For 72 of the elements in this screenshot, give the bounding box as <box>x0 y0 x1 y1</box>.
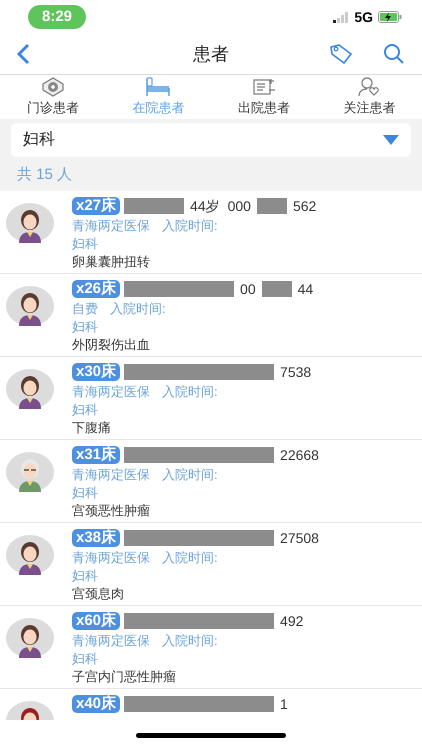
patient-row[interactable]: x26床 00 44 自费 入院时间: 妇科 外阴裂伤出血 <box>0 274 422 357</box>
insurance-type: 自费 <box>72 300 98 317</box>
patient-info: 7538 <box>279 362 312 382</box>
department-label: 妇科 <box>72 318 99 335</box>
redaction-bar <box>262 281 292 297</box>
bed-tag: x27床 <box>72 197 120 215</box>
bed-tag: x26床 <box>72 280 120 298</box>
patient-row[interactable]: x60床 492 青海两定医保 入院时间: 妇科 子宫内门恶性肿瘤 <box>0 606 422 689</box>
insurance-type: 青海两定医保 <box>72 217 150 234</box>
patient-info: 492 <box>279 612 304 630</box>
admission-time-label: 入院时间: <box>162 383 218 400</box>
diagnosis: 宫颈息肉 <box>72 585 125 602</box>
avatar-icon <box>6 452 54 492</box>
department-label: 妇科 <box>72 650 99 667</box>
dropdown-caret-icon <box>383 135 399 145</box>
patient-info: 22668 <box>279 446 320 464</box>
signal-icon <box>333 12 350 22</box>
bed-tag: x38床 <box>72 529 120 547</box>
battery-charging-icon <box>378 11 402 23</box>
tab[interactable]: 出院患者 <box>211 75 316 119</box>
patient-row[interactable]: x30床 7538 青海两定医保 入院时间: 妇科 下腹痛 <box>0 357 422 440</box>
insurance-type: 青海两定医保 <box>72 383 150 400</box>
avatar-icon <box>6 618 54 658</box>
patient-info: 1 <box>279 694 289 714</box>
patient-info: 27508 <box>279 528 320 548</box>
network-label: 5G <box>354 8 373 26</box>
department-label: 妇科 <box>72 484 99 501</box>
patient-info: 00 <box>239 280 257 298</box>
insurance-type: 青海两定医保 <box>72 466 150 483</box>
diagnosis: 外阴裂伤出血 <box>72 336 151 353</box>
department-label: 妇科 <box>72 235 99 252</box>
avatar-icon <box>6 369 54 409</box>
tab[interactable]: 关注患者 <box>316 75 422 119</box>
admission-time-label: 入院时间: <box>110 300 166 317</box>
tag-icon <box>329 43 353 65</box>
diagnosis: 宫颈恶性肿瘤 <box>72 502 151 519</box>
status-time: 8:29 <box>28 4 86 30</box>
patient-info: 000 <box>226 196 252 216</box>
bed-tag: x30床 <box>72 363 120 381</box>
patient-row[interactable]: x31床 22668 青海两定医保 入院时间: 妇科 宫颈恶性肿瘤 <box>0 440 422 523</box>
diagnosis: 卵巢囊肿扭转 <box>72 253 151 270</box>
search-icon <box>383 43 405 65</box>
bed-tag: x60床 <box>72 612 120 630</box>
redaction-bar <box>124 198 184 214</box>
insurance-type: 青海两定医保 <box>72 632 150 649</box>
avatar-icon <box>6 535 54 575</box>
department-label: 妇科 <box>72 567 99 584</box>
patient-info: 44岁 <box>189 196 221 216</box>
admission-time-label: 入院时间: <box>162 632 218 649</box>
admission-time-label: 入院时间: <box>162 217 218 234</box>
insurance-type: 青海两定医保 <box>72 549 150 566</box>
patient-info: 562 <box>292 196 318 216</box>
department-dropdown[interactable]: 妇科 <box>11 123 411 157</box>
bed-tag: x31床 <box>72 446 120 464</box>
tab[interactable]: 门诊患者 <box>0 75 106 119</box>
page-title: 患者 <box>193 42 229 66</box>
patient-row[interactable]: x27床 44岁 000 562 青海两定医保 入院时间: 妇科 卵巢囊肿扭转 <box>0 191 422 274</box>
admission-time-label: 入院时间: <box>162 466 218 483</box>
avatar-icon <box>6 286 54 326</box>
diagnosis: 下腹痛 <box>72 419 112 436</box>
redaction-bar <box>256 198 287 214</box>
department-label: 妇科 <box>72 401 99 418</box>
admission-time-label: 入院时间: <box>162 549 218 566</box>
patient-count: 共 15 人 <box>17 166 72 183</box>
diagnosis: 子宫内门恶性肿瘤 <box>72 668 177 685</box>
bed-tag: x40床 <box>72 695 120 713</box>
avatar-icon <box>6 203 54 243</box>
patient-row[interactable]: x38床 27508 青海两定医保 入院时间: 妇科 宫颈息肉 <box>0 523 422 606</box>
patient-info: 44 <box>296 280 314 298</box>
tag-button[interactable] <box>328 41 354 67</box>
search-button[interactable] <box>382 42 406 66</box>
back-icon <box>16 43 30 65</box>
